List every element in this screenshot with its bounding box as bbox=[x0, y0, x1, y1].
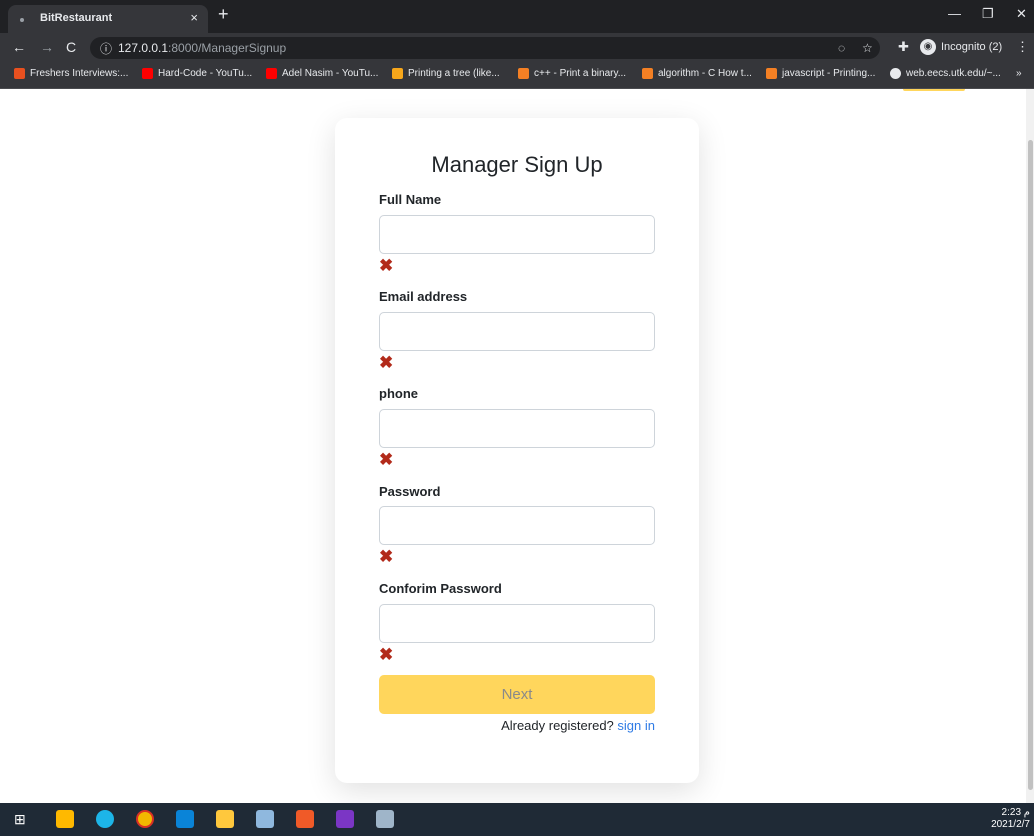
browser-toolbar: ← → C ⓘ 127.0.0.1:8000/ManagerSignup ◌ ☆… bbox=[0, 33, 1034, 63]
tab-bar: BitRestaurant × + — ❐ ✕ bbox=[0, 0, 1034, 33]
incognito-indicator[interactable]: ◉ Incognito (2) bbox=[920, 39, 1002, 55]
info-icon[interactable]: ⓘ bbox=[100, 40, 112, 57]
error-x-icon: ✖ bbox=[379, 547, 394, 566]
minimize-icon[interactable]: — bbox=[948, 6, 961, 21]
clock-time: 2:23 م bbox=[1001, 807, 1030, 818]
bookmark-label: c++ - Print a binary... bbox=[534, 68, 627, 79]
bookmark-favicon-icon bbox=[14, 68, 25, 79]
full-name-label: Full Name bbox=[379, 192, 442, 207]
bookmark-item[interactable]: Freshers Interviews:... bbox=[14, 68, 128, 79]
password-input[interactable] bbox=[379, 506, 655, 545]
stackoverflow-icon bbox=[766, 68, 777, 79]
more-bookmarks-icon[interactable]: » bbox=[1016, 68, 1022, 79]
confirm-password-label: Conforim Password bbox=[379, 581, 502, 596]
tab-bitrestaurant[interactable]: BitRestaurant × bbox=[8, 5, 208, 33]
bookmark-label: algorithm - C How t... bbox=[658, 68, 752, 79]
incognito-label: Incognito (2) bbox=[941, 41, 1003, 53]
mail-icon[interactable] bbox=[176, 810, 194, 828]
sign-in-link[interactable]: sign in bbox=[617, 718, 655, 733]
windows-start-icon[interactable]: ⊞ bbox=[14, 810, 32, 828]
tab-title: BitRestaurant bbox=[40, 12, 113, 24]
incognito-icon: ◉ bbox=[920, 39, 936, 55]
email-label: Email address bbox=[379, 289, 468, 304]
youtube-icon bbox=[266, 68, 277, 79]
full-name-input[interactable] bbox=[379, 215, 655, 254]
address-bar[interactable]: ⓘ 127.0.0.1:8000/ManagerSignup ◌ ☆ bbox=[90, 37, 880, 59]
error-x-icon: ✖ bbox=[379, 256, 394, 275]
menu-icon[interactable]: ⋮ bbox=[1016, 39, 1029, 55]
bookmark-item[interactable]: web.eecs.utk.edu/~... bbox=[890, 68, 1001, 79]
navbar-button-partial[interactable] bbox=[903, 89, 965, 91]
email-input[interactable] bbox=[379, 312, 655, 351]
bookmark-favicon-icon bbox=[392, 68, 403, 79]
phone-label: phone bbox=[379, 386, 418, 401]
clock-date: 2021/2/7 bbox=[991, 819, 1030, 830]
bookmark-label: javascript - Printing... bbox=[782, 68, 876, 79]
error-x-icon: ✖ bbox=[379, 450, 394, 469]
bookmark-label: Printing a tree (like... bbox=[408, 68, 500, 79]
forward-icon[interactable]: → bbox=[40, 39, 54, 55]
file-explorer-icon[interactable] bbox=[216, 810, 234, 828]
system-clock[interactable]: 2:23 م 2021/2/7 bbox=[991, 807, 1030, 831]
signup-card: Manager Sign Up Full Name ✖ Email addres… bbox=[335, 118, 699, 783]
extensions-icon[interactable]: ✚ bbox=[898, 39, 909, 55]
url-text: 127.0.0.1:8000/ManagerSignup bbox=[118, 41, 286, 55]
youtube-icon bbox=[142, 68, 153, 79]
bookmark-item[interactable]: algorithm - C How t... bbox=[642, 68, 752, 79]
bookmark-item[interactable]: Adel Nasim - YouTu... bbox=[266, 68, 378, 79]
edge-icon[interactable] bbox=[96, 810, 114, 828]
globe-icon bbox=[890, 68, 901, 79]
already-registered-label: Already registered? bbox=[501, 718, 614, 733]
url-host: 127.0.0.1 bbox=[118, 41, 169, 55]
already-registered-text: Already registered? sign in bbox=[501, 718, 655, 733]
bookmark-label: Hard-Code - YouTu... bbox=[158, 68, 253, 79]
bookmark-item[interactable]: Printing a tree (like... bbox=[392, 68, 500, 79]
new-tab-button[interactable]: + bbox=[218, 4, 229, 25]
phpstorm-icon[interactable] bbox=[336, 810, 354, 828]
bookmark-label: Freshers Interviews:... bbox=[30, 68, 129, 79]
stackoverflow-icon bbox=[518, 68, 529, 79]
next-button[interactable]: Next bbox=[379, 675, 655, 714]
page-content: Manager Sign Up Full Name ✖ Email addres… bbox=[0, 89, 1026, 803]
close-window-icon[interactable]: ✕ bbox=[1016, 6, 1027, 22]
url-path: :8000/ManagerSignup bbox=[168, 41, 287, 55]
phone-input[interactable] bbox=[379, 409, 655, 448]
back-icon[interactable]: ← bbox=[12, 39, 26, 55]
chrome-icon[interactable] bbox=[136, 810, 154, 828]
bookmark-item[interactable]: c++ - Print a binary... bbox=[518, 68, 626, 79]
app-icon[interactable] bbox=[376, 810, 394, 828]
bookmarks-bar: Freshers Interviews:... Hard-Code - YouT… bbox=[0, 63, 1034, 89]
error-x-icon: ✖ bbox=[379, 645, 394, 664]
windows-taskbar: ⊞ 2:23 م 2021/2/7 bbox=[0, 803, 1034, 836]
bookmark-item[interactable]: javascript - Printing... bbox=[766, 68, 875, 79]
page-title: Manager Sign Up bbox=[431, 152, 603, 177]
scrollbar-thumb[interactable] bbox=[1028, 140, 1033, 790]
app-icon[interactable] bbox=[256, 810, 274, 828]
star-icon[interactable]: ☆ bbox=[862, 41, 873, 55]
tab-favicon bbox=[20, 18, 24, 22]
bookmark-label: web.eecs.utk.edu/~... bbox=[906, 68, 1001, 79]
error-x-icon: ✖ bbox=[379, 353, 394, 372]
restore-icon[interactable]: ❐ bbox=[982, 6, 994, 22]
confirm-password-input[interactable] bbox=[379, 604, 655, 643]
bookmark-item[interactable]: Hard-Code - YouTu... bbox=[142, 68, 252, 79]
bookmark-label: Adel Nasim - YouTu... bbox=[282, 68, 379, 79]
stackoverflow-icon bbox=[642, 68, 653, 79]
store-icon[interactable] bbox=[56, 810, 74, 828]
reload-icon[interactable]: C bbox=[66, 39, 76, 55]
tab-close-icon[interactable]: × bbox=[190, 10, 198, 25]
eye-off-icon[interactable]: ◌ bbox=[838, 41, 845, 55]
password-label: Password bbox=[379, 484, 441, 499]
xampp-icon[interactable] bbox=[296, 810, 314, 828]
